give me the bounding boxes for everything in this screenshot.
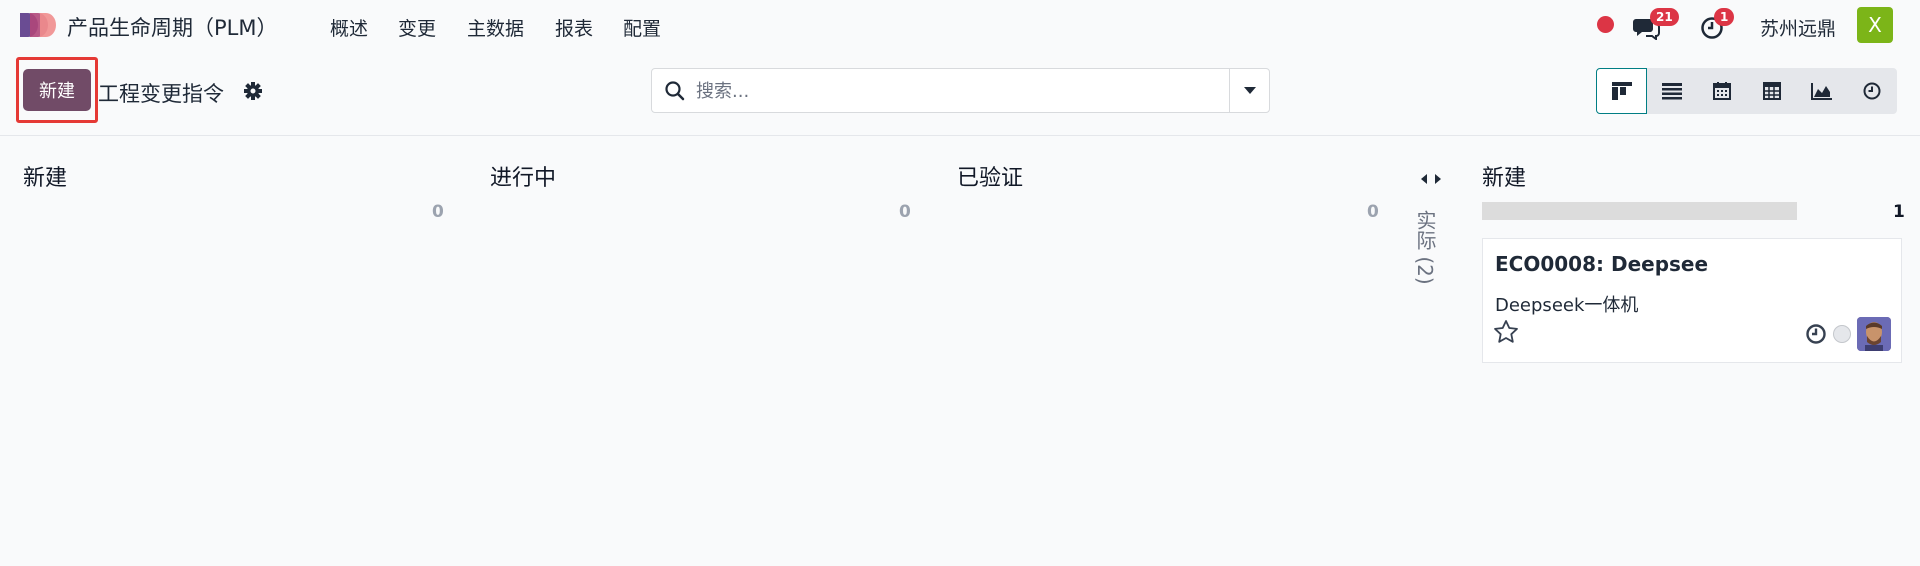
menu-reports[interactable]: 报表 <box>555 14 593 41</box>
area-chart-icon <box>1810 83 1832 100</box>
messages-button[interactable]: 21 <box>1632 8 1679 40</box>
column-count: 0 <box>899 202 911 222</box>
new-button[interactable]: 新建 <box>23 69 91 111</box>
kanban-card[interactable]: ECO0008: Deepsee Deepseek一体机 <box>1482 238 1902 363</box>
card-product: Deepseek一体机 <box>1495 295 1639 316</box>
status-indicator[interactable] <box>1597 16 1614 33</box>
clock-icon[interactable] <box>1805 323 1827 345</box>
pivot-icon <box>1762 82 1781 100</box>
search-options-toggle[interactable] <box>1229 69 1269 112</box>
graph-view-button[interactable] <box>1796 68 1847 114</box>
folded-column-label[interactable]: 实际 (2) <box>1411 210 1440 285</box>
page-title: 工程变更指令 <box>98 82 224 106</box>
user-avatar[interactable]: X <box>1857 7 1893 43</box>
messages-count-badge: 21 <box>1650 8 1679 26</box>
star-icon[interactable] <box>1493 319 1519 345</box>
menu-overview[interactable]: 概述 <box>330 14 368 41</box>
card-status-indicator[interactable] <box>1833 325 1851 343</box>
person-icon <box>1857 317 1891 351</box>
calendar-view-button[interactable] <box>1696 68 1747 114</box>
menu-master-data[interactable]: 主数据 <box>467 14 524 41</box>
column-title[interactable]: 已验证 <box>957 160 1023 192</box>
pivot-view-button[interactable] <box>1746 68 1797 114</box>
column-count: 1 <box>1893 202 1905 222</box>
kanban-icon <box>1611 82 1632 100</box>
top-navbar: 产品生命周期（PLM） 概述 变更 主数据 报表 配置 21 1 苏州远鼎 X <box>0 0 1920 50</box>
view-switcher <box>1596 68 1897 114</box>
activities-button[interactable]: 1 <box>1700 8 1736 40</box>
list-icon <box>1661 83 1682 100</box>
menu-configuration[interactable]: 配置 <box>623 14 661 41</box>
gear-icon[interactable] <box>243 81 263 101</box>
column-count: 0 <box>432 202 444 222</box>
column-title[interactable]: 新建 <box>1482 160 1526 192</box>
activity-view-button[interactable] <box>1846 68 1897 114</box>
menu-changes[interactable]: 变更 <box>398 14 436 41</box>
assignee-avatar[interactable] <box>1857 317 1891 351</box>
search-icon <box>665 81 685 101</box>
calendar-icon <box>1712 82 1731 100</box>
column-title[interactable]: 进行中 <box>490 160 556 192</box>
expand-arrows-icon <box>1421 174 1441 184</box>
search-bar <box>651 68 1270 113</box>
kanban-view-button[interactable] <box>1596 68 1647 114</box>
column-progress-bar[interactable] <box>1482 202 1797 220</box>
plm-app-logo[interactable] <box>18 11 56 39</box>
clock-icon <box>1863 82 1880 100</box>
column-title[interactable]: 新建 <box>23 160 67 192</box>
card-title: ECO0008: Deepsee <box>1495 252 1709 276</box>
company-switcher[interactable]: 苏州远鼎 <box>1760 14 1836 41</box>
search-input[interactable] <box>696 77 1196 105</box>
app-title[interactable]: 产品生命周期（PLM） <box>67 12 277 42</box>
list-view-button[interactable] <box>1646 68 1697 114</box>
control-panel-divider <box>0 135 1920 136</box>
activities-count-badge: 1 <box>1714 8 1735 26</box>
caret-down-icon <box>1243 86 1256 94</box>
column-count: 0 <box>1367 202 1379 222</box>
